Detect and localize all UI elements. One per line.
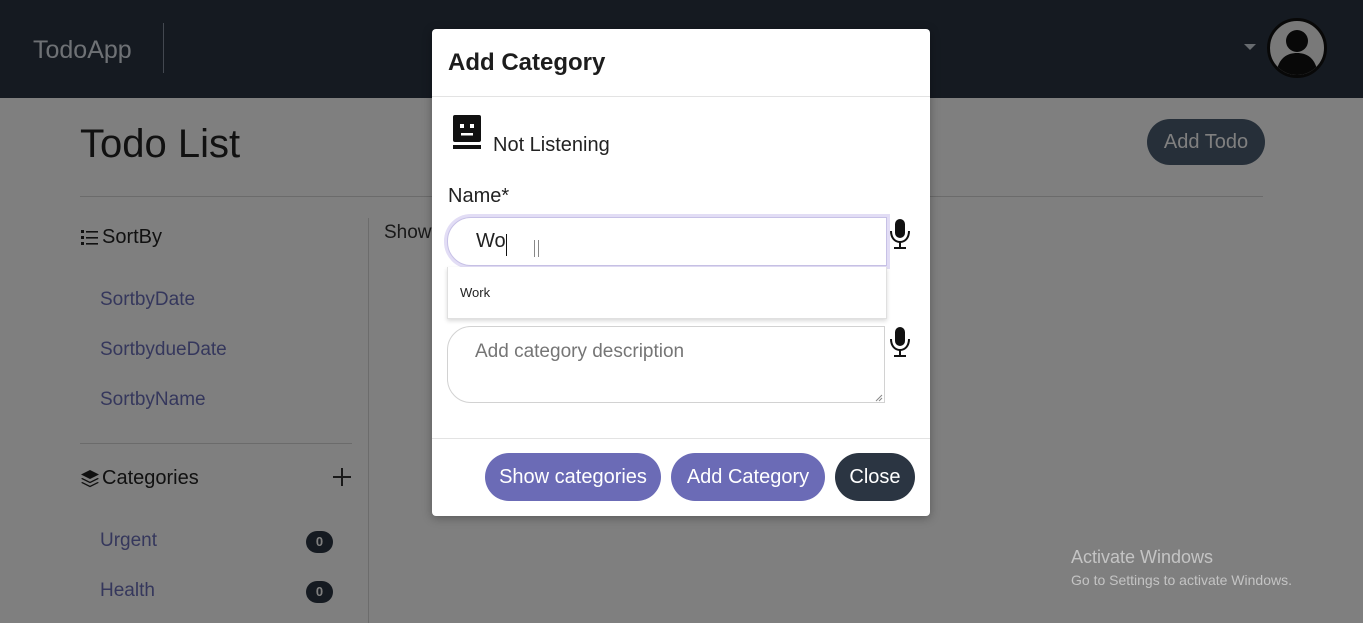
category-description-input[interactable] (447, 326, 885, 403)
ibeam-cursor-icon (534, 240, 539, 257)
category-name-input[interactable] (447, 217, 887, 266)
listening-status: Not Listening (493, 134, 610, 156)
modal-header-divider (432, 96, 930, 97)
autocomplete-dropdown: Work (447, 267, 887, 319)
activate-windows-title: Activate Windows (1071, 547, 1214, 567)
modal-footer-divider (432, 438, 930, 439)
close-button[interactable]: Close (835, 453, 915, 501)
add-category-button[interactable]: Add Category (671, 453, 825, 501)
activate-windows-subtitle: Go to Settings to activate Windows. (1071, 572, 1292, 588)
resize-grip-icon[interactable] (874, 393, 883, 402)
add-category-modal: Add Category Not Listening Name* Work Sh… (432, 29, 930, 516)
modal-title: Add Category (448, 49, 606, 76)
robot-face-icon (453, 115, 481, 149)
microphone-icon[interactable] (889, 218, 911, 250)
suggestion-item[interactable]: Work (460, 285, 490, 300)
text-caret (506, 234, 507, 256)
microphone-icon[interactable] (889, 326, 911, 358)
name-label: Name* (448, 185, 510, 207)
show-categories-button[interactable]: Show categories (485, 453, 661, 501)
